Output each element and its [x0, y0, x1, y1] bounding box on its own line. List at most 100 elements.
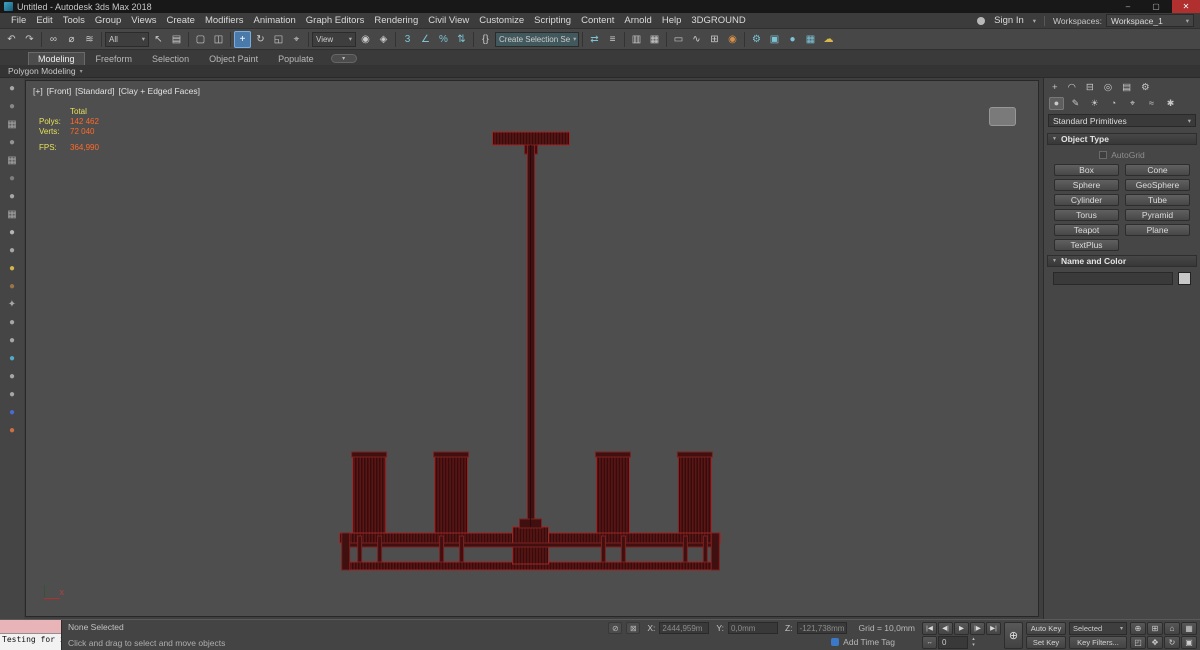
select-and-place-icon[interactable]: ⌖ — [288, 31, 305, 48]
menu-item-create[interactable]: Create — [161, 15, 200, 26]
key-mode-toggle[interactable]: ↔ — [922, 636, 937, 649]
schematic-view-icon[interactable]: ⊞ — [706, 31, 723, 48]
utilities-tab-icon[interactable]: ⚙ — [1141, 82, 1150, 93]
select-and-link-icon[interactable]: ∞ — [45, 31, 62, 48]
primitive-button-geosphere[interactable]: GeoSphere — [1125, 179, 1190, 191]
select-and-manipulate-icon[interactable]: ◈ — [375, 31, 392, 48]
motion-tab-icon[interactable]: ◎ — [1104, 82, 1112, 93]
primitive-button-tube[interactable]: Tube — [1125, 194, 1190, 206]
menu-item-arnold[interactable]: Arnold — [619, 15, 656, 26]
zoom-region-icon[interactable]: ◰ — [1130, 636, 1146, 649]
minimize-button[interactable]: – — [1116, 0, 1140, 13]
render-iterative-icon[interactable]: ▦ — [802, 31, 819, 48]
sign-in-button[interactable]: Sign In — [989, 15, 1029, 26]
ribbon-toggle-icon[interactable]: ▭ — [670, 31, 687, 48]
add-time-tag-button[interactable]: Add Time Tag — [831, 637, 895, 647]
window-crossing-icon[interactable]: ◫ — [210, 31, 227, 48]
left-toolbar-button[interactable] — [5, 135, 19, 149]
set-keys-button[interactable]: ⊕ — [1004, 622, 1023, 649]
orbit-icon[interactable]: ↻ — [1164, 636, 1180, 649]
selection-lock-icon[interactable]: ⊠ — [626, 622, 640, 634]
left-toolbar-button[interactable] — [5, 279, 19, 293]
viewcube[interactable] — [989, 107, 1016, 126]
lights-category-icon[interactable]: ☀ — [1087, 97, 1102, 110]
left-toolbar-button[interactable] — [5, 261, 19, 275]
layer-explorer-icon[interactable]: ▦ — [646, 31, 663, 48]
object-color-swatch[interactable] — [1178, 272, 1191, 285]
named-selection-set-dropdown[interactable]: Create Selection Se ▾ — [495, 32, 579, 47]
selection-set-key-dropdown[interactable]: Selected ▾ — [1069, 622, 1127, 635]
modify-tab-icon[interactable]: ◠ — [1068, 82, 1076, 93]
use-center-icon[interactable]: ◉ — [357, 31, 374, 48]
tab-selection[interactable]: Selection — [143, 53, 198, 65]
viewport-menu-pov[interactable]: [Front] — [47, 86, 72, 96]
left-toolbar-button[interactable] — [5, 117, 19, 131]
next-frame-button[interactable]: |▶ — [970, 622, 985, 635]
hierarchy-tab-icon[interactable]: ⊟ — [1086, 82, 1094, 93]
viewport-menu-renderer[interactable]: [Standard] — [75, 86, 114, 96]
menu-item-3dground[interactable]: 3DGROUND — [686, 15, 750, 26]
curve-editor-icon[interactable]: ∿ — [688, 31, 705, 48]
menu-item-animation[interactable]: Animation — [249, 15, 301, 26]
render-production-icon[interactable]: ● — [784, 31, 801, 48]
left-toolbar-button[interactable] — [5, 387, 19, 401]
x-coordinate-field[interactable]: 2444,959m — [659, 622, 709, 634]
tab-modeling[interactable]: Modeling — [28, 52, 85, 65]
primitive-button-torus[interactable]: Torus — [1054, 209, 1119, 221]
macro-recorder-pane[interactable] — [0, 620, 61, 634]
name-color-rollout-header[interactable]: ▼ Name and Color — [1047, 255, 1197, 267]
select-object-icon[interactable]: ↖ — [150, 31, 167, 48]
shapes-category-icon[interactable]: ✎ — [1068, 97, 1083, 110]
mirror-icon[interactable]: ⇄ — [586, 31, 603, 48]
menu-item-customize[interactable]: Customize — [474, 15, 529, 26]
menu-item-civil-view[interactable]: Civil View — [423, 15, 474, 26]
viewport-menu-general[interactable]: [+] — [33, 86, 43, 96]
angle-snap-icon[interactable]: ∠ — [417, 31, 434, 48]
rectangular-selection-region-icon[interactable]: ▢ — [192, 31, 209, 48]
left-toolbar-button[interactable] — [5, 423, 19, 437]
previous-frame-button[interactable]: ◀| — [938, 622, 953, 635]
spinner-snap-icon[interactable]: ⇅ — [453, 31, 470, 48]
go-to-start-button[interactable]: |◀ — [922, 622, 937, 635]
percent-snap-icon[interactable]: % — [435, 31, 452, 48]
pan-icon[interactable]: ✥ — [1147, 636, 1163, 649]
helpers-category-icon[interactable]: ⌖ — [1125, 97, 1140, 110]
isolate-selection-icon[interactable]: ⊘ — [608, 622, 622, 634]
cameras-category-icon[interactable]: ◔ — [1106, 97, 1121, 110]
left-toolbar-button[interactable] — [5, 81, 19, 95]
menu-item-modifiers[interactable]: Modifiers — [200, 15, 249, 26]
select-by-name-icon[interactable]: ▤ — [168, 31, 185, 48]
menu-item-group[interactable]: Group — [90, 15, 126, 26]
reference-coordinate-dropdown[interactable]: View ▾ — [312, 32, 356, 47]
left-toolbar-button[interactable] — [5, 153, 19, 167]
key-filters-button[interactable]: Key Filters... — [1069, 636, 1127, 649]
menu-item-views[interactable]: Views — [126, 15, 161, 26]
unlink-selection-icon[interactable]: ⌀ — [63, 31, 80, 48]
menu-item-help[interactable]: Help — [657, 15, 687, 26]
frame-spinner[interactable]: ▴ ▾ — [969, 636, 978, 648]
left-toolbar-button[interactable] — [5, 99, 19, 113]
tab-object-paint[interactable]: Object Paint — [200, 53, 267, 65]
listener-pane[interactable]: Testing for i — [0, 634, 61, 650]
named-selection-sets-icon[interactable]: {} — [477, 31, 494, 48]
play-button[interactable]: ▶ — [954, 622, 969, 635]
left-toolbar-button[interactable] — [5, 207, 19, 221]
zoom-all-icon[interactable]: ⊞ — [1147, 622, 1163, 635]
render-setup-icon[interactable]: ⚙ — [748, 31, 765, 48]
menu-item-scripting[interactable]: Scripting — [529, 15, 576, 26]
left-toolbar-button[interactable] — [5, 225, 19, 239]
left-toolbar-button[interactable] — [5, 369, 19, 383]
snap-toggle-icon[interactable]: 3 — [399, 31, 416, 48]
left-toolbar-button[interactable] — [5, 171, 19, 185]
go-to-end-button[interactable]: ▶| — [986, 622, 1001, 635]
primitive-button-box[interactable]: Box — [1054, 164, 1119, 176]
zoom-extents-all-icon[interactable]: ▦ — [1181, 622, 1197, 635]
viewport-canvas[interactable]: [+] [Front] [Standard] [Clay + Edged Fac… — [25, 80, 1039, 617]
viewport-menu-shading[interactable]: [Clay + Edged Faces] — [118, 86, 200, 96]
left-toolbar-button[interactable] — [5, 243, 19, 257]
select-and-scale-icon[interactable]: ◱ — [270, 31, 287, 48]
menu-item-content[interactable]: Content — [576, 15, 619, 26]
tab-populate[interactable]: Populate — [269, 53, 323, 65]
primitive-button-teapot[interactable]: Teapot — [1054, 224, 1119, 236]
scene-explorer-icon[interactable]: ▥ — [628, 31, 645, 48]
